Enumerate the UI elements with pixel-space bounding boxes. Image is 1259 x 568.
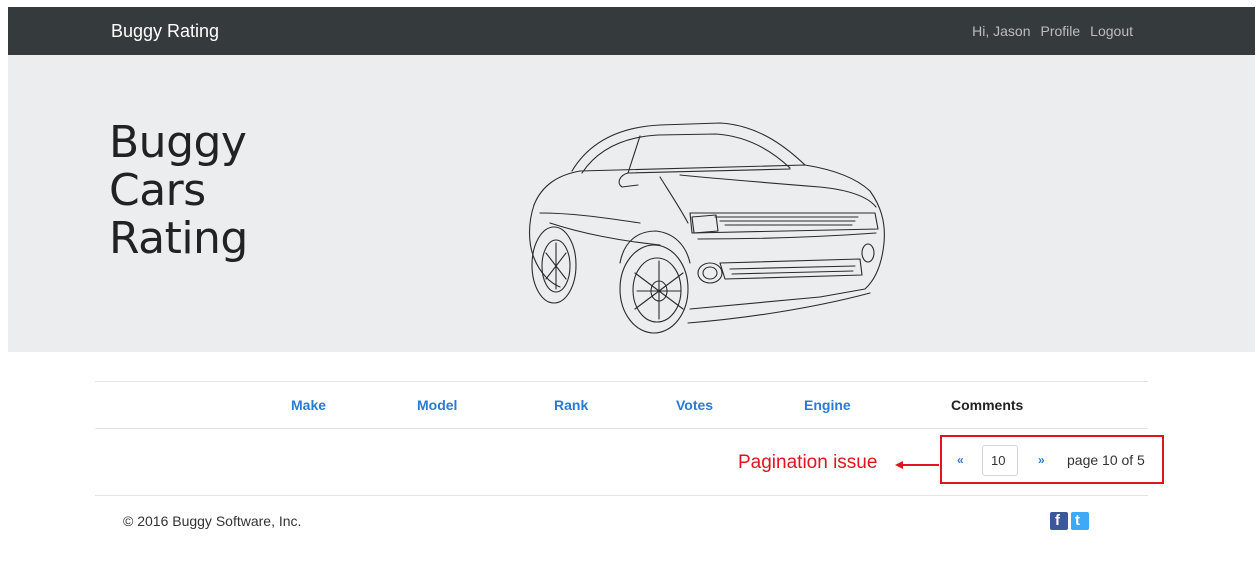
top-navbar: Buggy Rating Hi, Jason Profile Logout [8, 7, 1255, 55]
hero-title-line: Buggy [109, 117, 247, 168]
cars-table: Make Model Rank Votes Engine Comments Pa… [95, 381, 1164, 530]
hero-title-line: Cars [109, 165, 206, 216]
page: Buggy Rating Hi, Jason Profile Logout Bu… [8, 7, 1255, 568]
next-page-button[interactable]: » [1038, 453, 1045, 467]
hero-title: Buggy Cars Rating [109, 119, 248, 263]
sort-make[interactable]: Make [291, 397, 326, 413]
facebook-icon[interactable]: f [1050, 512, 1068, 530]
logout-link[interactable]: Logout [1090, 23, 1133, 39]
annotation-label: Pagination issue [738, 452, 878, 473]
twitter-icon[interactable]: t [1071, 512, 1089, 530]
sort-votes[interactable]: Votes [676, 397, 713, 413]
annotation-arrow-icon [895, 461, 939, 469]
hero-title-line: Rating [109, 213, 248, 264]
greeting-text: Hi, Jason [972, 23, 1031, 39]
hero-section: Buggy Cars Rating [8, 55, 1255, 352]
social-links: f t [1050, 512, 1089, 530]
sort-model[interactable]: Model [417, 397, 457, 413]
annotation-highlight-box: « » page 10 of 5 [940, 435, 1164, 484]
sort-engine[interactable]: Engine [804, 397, 851, 413]
table-header-row: Make Model Rank Votes Engine Comments [95, 381, 1148, 429]
comments-header: Comments [951, 397, 1024, 413]
car-illustration [528, 122, 885, 334]
sort-rank[interactable]: Rank [554, 397, 588, 413]
pagination-row: Pagination issue « » page 10 of 5 [95, 429, 1164, 496]
page-number-input[interactable] [982, 445, 1018, 476]
footer-copyright: © 2016 Buggy Software, Inc. [123, 513, 302, 529]
brand-link[interactable]: Buggy Rating [111, 21, 219, 42]
profile-link[interactable]: Profile [1040, 23, 1080, 39]
page-info-text: page 10 of 5 [1067, 452, 1145, 468]
user-nav: Hi, Jason Profile Logout [972, 23, 1133, 39]
prev-page-button[interactable]: « [957, 453, 964, 467]
